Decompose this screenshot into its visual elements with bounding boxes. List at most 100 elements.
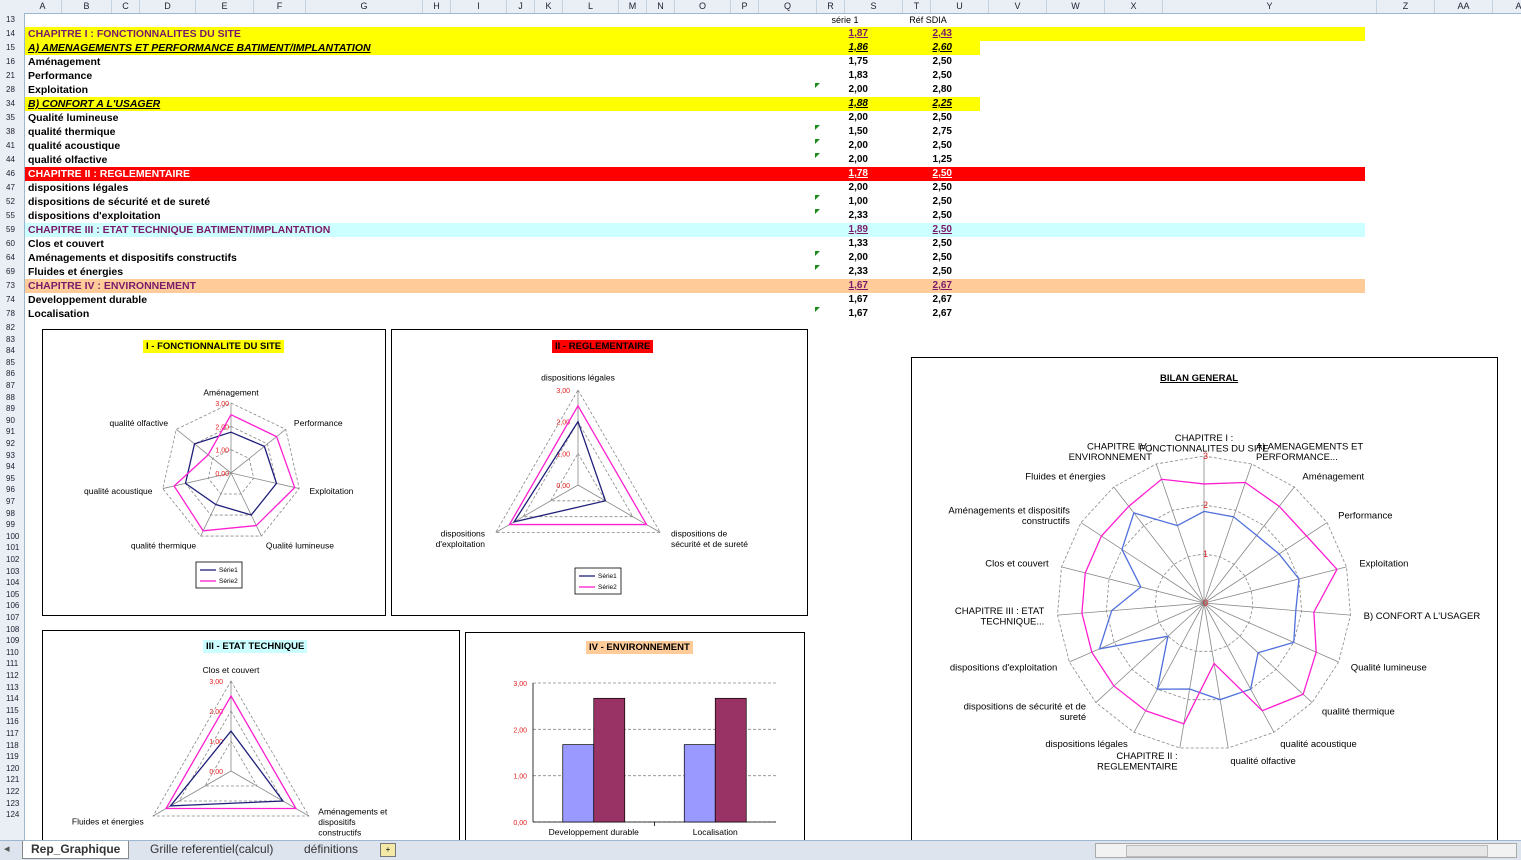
row-number: 41 [6,141,15,150]
row-number: 44 [6,155,15,164]
row-number: 88 [6,392,15,402]
serie1-value: 1,67 [848,280,868,291]
tab-rep-graphique[interactable]: Rep_Graphique [22,841,130,859]
row-number: 107 [6,613,20,622]
tick-label: 0,00 [209,769,223,776]
column-header-AA: AA [1435,0,1493,13]
column-header-N: N [647,0,675,13]
column-header-V: V [989,0,1047,13]
column-header-U: U [931,0,989,13]
tab-nav-icon[interactable]: ◂ [4,842,10,855]
horizontal-scrollbar[interactable] [1095,843,1517,858]
y-tick-label: 2,00 [513,727,527,734]
category-label: Aménagements et dispositifs constructifs [948,505,1070,527]
column-header-Q: Q [759,0,817,13]
row-label: CHAPITRE II : REGLEMENTAIRE [28,168,190,180]
tick-label: 3,00 [209,679,223,686]
column-header-F: F [254,0,306,13]
row-number: 16 [6,57,15,66]
row-label: Exploitation [28,84,89,96]
category-label: CHAPITRE II : REGLEMENTAIRE [1097,751,1178,773]
ref-sdia-value: 2,80 [932,84,952,95]
row-number: 52 [6,197,15,206]
row-number: 15 [6,43,15,52]
row-number: 84 [6,346,15,356]
row-number: 121 [6,775,20,785]
tick-label: 0 [1203,598,1208,608]
column-header-C: C [112,0,140,13]
category-label: Qualité lumineuse [266,541,334,551]
row-number: 87 [6,381,15,390]
chart-panel-bilan-general[interactable]: BILAN GENERAL 0 1 2 3 CHAPITRE I : FONCTIONNA… [911,357,1498,843]
ref-sdia-value: 1,25 [932,154,952,165]
column-header-O: O [675,0,731,13]
radial-axis [1095,602,1205,703]
column-header-A: A [24,0,62,13]
comment-flag-icon [815,307,820,312]
row-number: 86 [6,369,15,379]
column-header-P: P [731,0,759,13]
scrollbar-thumb[interactable] [1126,845,1488,857]
column-header-S: S [845,0,903,13]
chart-panel-reglementaire[interactable]: II - REGLEMENTAIRE 0,00 1,00 2,00 3,00 dispo… [391,329,808,616]
row-number: 123 [6,798,20,808]
row-label: Clos et couvert [28,238,104,250]
tick-label: 0,00 [556,483,570,490]
radial-axis [1155,463,1205,604]
ref-sdia-value: 2,50 [932,252,952,263]
ref-sdia-value: 2,50 [932,196,952,207]
column-header-H: H [423,0,451,13]
radial-axis [1203,522,1328,604]
chart-panel-environnement[interactable]: IV - ENVIRONNEMENT 0,00 1,00 2,00 3,00 Devel… [465,632,805,843]
row-number: 92 [6,439,15,448]
ref-sdia-value: 2,50 [932,182,952,193]
row-label: Fluides et énergies [28,266,124,278]
row-number: 116 [6,717,19,727]
sheet-tab-bar: ◂ Rep_Graphique Grille referentiel(calcu… [0,840,1521,860]
row-label: qualité olfactive [28,154,108,166]
tab-definitions[interactable]: définitions [296,841,366,858]
radial-axis [1203,602,1351,616]
row-number: 118 [6,740,19,750]
radial-axis [1203,486,1295,604]
row-number: 106 [6,601,20,611]
legend-label: Série2 [219,578,238,585]
category-label: Qualité lumineuse [1351,662,1427,673]
column-header-R: R [817,0,845,13]
category-label: CHAPITRE IV : ENVIRONNEMENT [1069,441,1153,463]
new-sheet-icon[interactable]: + [380,843,396,857]
row-label: CHAPITRE IV : ENVIRONNEMENT [28,280,197,292]
serie1-value: 1,88 [848,98,868,109]
column-header-X: X [1105,0,1163,13]
category-label: A) AMENAGEMENTS ET PERFORMANCE... [1256,441,1363,463]
chart-panel-fonctionnalite[interactable]: I - FONCTIONNALITE DU SITE 0,00 1,00 2,00 3… [42,329,386,616]
row-number: 89 [6,404,15,414]
row-label: Aménagements et dispositifs constructifs [28,252,237,264]
row-number: 110 [6,647,19,657]
row-header-bar: 13 14 15 16 21 28 34 35 38 41 44 46 47 52 55 59 60 64 69 73… [0,13,25,840]
tick-label: 3,00 [215,401,229,408]
row-number: 112 [6,671,19,680]
row-label: A) AMENAGEMENTS ET PERFORMANCE BATIMENT/… [28,42,371,54]
ref-sdia-value: 2,50 [932,56,952,67]
column-header-I: I [451,0,507,13]
row-number: 99 [6,520,15,530]
serie1-header: série 1 [831,15,859,25]
tab-grille-referentiel[interactable]: Grille referentiel(calcul) [142,841,281,858]
chart-legend: Série1 Série2 [574,567,622,595]
category-label: qualité olfactive [109,418,168,428]
row-number: 21 [6,71,15,80]
comment-flag-icon [815,195,820,200]
chart-panel-etat-technique[interactable]: III - ETAT TECHNIQUE 0,00 1,00 2,00 3,00 Clo… [42,630,460,843]
radar-chart-fonctionnalite: 0,001,002,003,00AménagementPerformanceEx… [84,388,354,589]
row-number: 96 [6,485,15,495]
row-label: Aménagement [28,56,101,68]
serie1-value: 1,33 [848,238,868,249]
row-number: 102 [6,555,20,564]
bar-chart-environnement: 0,00 1,00 2,00 3,00 Developpement durable Loc… [513,681,776,837]
row-label: dispositions légales [28,182,129,194]
legend-label: Série1 [598,573,617,580]
row-number: 90 [6,415,15,425]
row-number: 55 [6,211,15,220]
tick-label: 1 [1203,549,1208,559]
